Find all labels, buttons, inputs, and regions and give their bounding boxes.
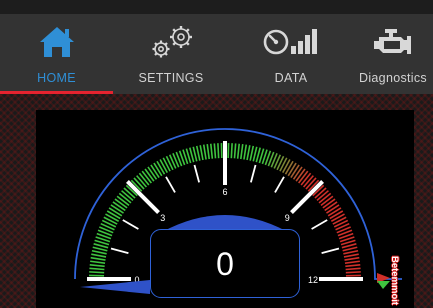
scale-tick — [159, 159, 168, 174]
scale-tick — [243, 144, 248, 160]
scale-tick — [240, 144, 244, 160]
scale-tick — [105, 213, 120, 222]
tick-label: 6 — [222, 187, 227, 197]
scale-tick — [343, 249, 359, 255]
scale-tick — [89, 271, 105, 274]
tick-label: 3 — [160, 213, 165, 223]
scale-tick — [345, 271, 361, 274]
minor-tick — [110, 247, 129, 254]
scale-tick — [89, 267, 105, 271]
scale-tick — [106, 210, 121, 220]
scale-tick — [344, 256, 360, 261]
scale-tick — [90, 256, 106, 261]
scale-tick — [89, 263, 105, 268]
scale-tick — [162, 157, 171, 172]
minor-tick — [193, 164, 200, 183]
value-readout: 0 — [150, 229, 300, 298]
scale-tick — [213, 143, 217, 159]
scale-tick — [343, 253, 359, 258]
scale-tick — [91, 253, 107, 258]
scale-tick — [279, 157, 288, 172]
scale-tick — [290, 164, 300, 178]
scale-tick — [195, 145, 201, 161]
scale-tick — [202, 144, 207, 160]
scale-tick — [332, 216, 347, 225]
scale-tick — [112, 201, 126, 212]
major-tick — [290, 180, 324, 214]
gauge-needle — [80, 280, 150, 294]
scale-tick — [147, 166, 158, 180]
minor-tick — [250, 164, 257, 183]
scale-tick — [90, 260, 106, 264]
major-tick — [126, 180, 160, 214]
scale-tick — [110, 204, 124, 214]
tick-label: 12 — [308, 275, 318, 285]
scale-tick — [329, 210, 344, 220]
scale-tick — [284, 160, 294, 175]
scale-tick — [150, 164, 160, 178]
scale-tick — [344, 260, 360, 264]
scale-tick — [209, 143, 214, 159]
scale-tick — [292, 166, 303, 180]
side-label: Betemmoit — [389, 256, 400, 306]
scale-tick — [282, 159, 291, 174]
tick-label: 9 — [285, 213, 290, 223]
scale-tick — [92, 246, 108, 252]
scale-tick — [206, 144, 210, 160]
scale-tick — [326, 204, 340, 214]
scale-tick — [342, 246, 358, 252]
scale-tick — [199, 145, 204, 161]
scale-tick — [156, 160, 166, 175]
scale-tick — [236, 143, 241, 159]
minor-tick — [321, 247, 340, 254]
scale-tick — [230, 143, 233, 159]
scale-tick — [327, 207, 342, 217]
scale-tick — [324, 201, 338, 212]
scale-tick — [217, 143, 220, 159]
minor-tick — [122, 219, 139, 230]
scale-tick — [91, 249, 107, 255]
scale-tick — [330, 213, 345, 222]
scale-tick — [246, 145, 251, 161]
minor-tick — [311, 219, 328, 230]
scale-tick — [103, 216, 118, 225]
scale-tick — [345, 263, 361, 268]
app-window: HOME SETTINGS DATA Diagnostics 0 3 6 9 1… — [0, 0, 433, 308]
scale-tick — [233, 143, 237, 159]
scale-tick — [345, 267, 361, 271]
scale-tick — [192, 146, 198, 162]
scale-tick — [108, 207, 123, 217]
minor-tick — [165, 176, 176, 193]
scale-tick — [153, 162, 163, 177]
scale-tick — [287, 162, 297, 177]
scale-tick — [252, 146, 258, 162]
scale-tick — [249, 145, 255, 161]
minor-tick — [274, 176, 285, 193]
